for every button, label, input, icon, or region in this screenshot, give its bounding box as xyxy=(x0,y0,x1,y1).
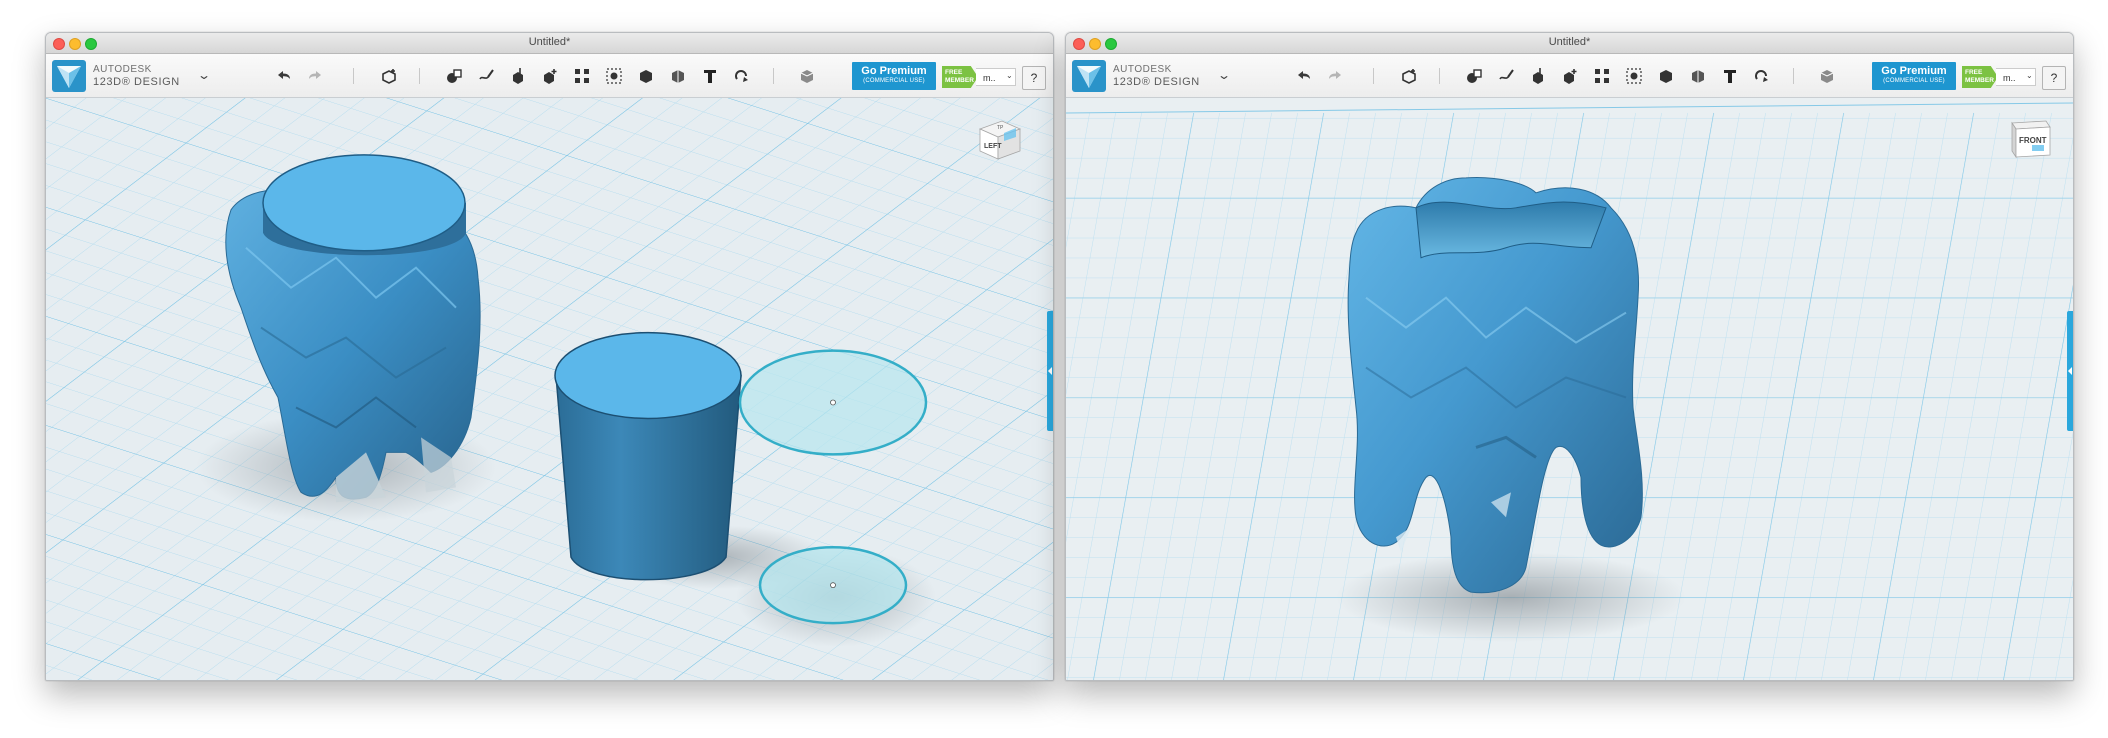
main-toolbar: AUTODESK 123D® DESIGN ⌄ Go Premium (COMM… xyxy=(1066,54,2073,98)
premium-sublabel: (COMMERCIAL USE) xyxy=(1883,78,1945,84)
app-menu-dropdown-icon[interactable]: ⌄ xyxy=(1217,68,1231,82)
modify-icon[interactable] xyxy=(1559,66,1581,86)
member-badge-line1: FREE xyxy=(1965,69,1983,76)
grouping-icon[interactable] xyxy=(603,66,625,86)
toolbar-divider xyxy=(353,68,354,84)
measure-icon[interactable] xyxy=(1687,66,1709,86)
title-bar[interactable]: Untitled* xyxy=(1066,33,2073,54)
app-brand: AUTODESK 123D® DESIGN xyxy=(93,64,180,88)
cylinder-disc[interactable] xyxy=(262,154,466,256)
premium-label: Go Premium xyxy=(861,65,927,77)
primitives-icon[interactable] xyxy=(1463,66,1485,86)
toolbar-divider xyxy=(773,68,774,84)
premium-label: Go Premium xyxy=(1881,65,1947,77)
side-panel-handle[interactable] xyxy=(2067,311,2073,431)
pattern-icon[interactable] xyxy=(1591,66,1613,86)
member-badge-line2: MEMBER xyxy=(1965,77,1994,84)
go-premium-button[interactable]: Go Premium (COMMERCIAL USE) xyxy=(1872,62,1956,90)
side-panel-handle[interactable] xyxy=(1047,311,1053,431)
3d-viewport[interactable]: LEFT TP xyxy=(46,98,1053,680)
brand-product: 123D® DESIGN xyxy=(93,76,180,88)
toolbar-divider xyxy=(1439,68,1440,84)
tooth-model[interactable] xyxy=(1347,177,1643,594)
member-badge: FREE MEMBER xyxy=(1962,66,1998,88)
text-icon[interactable] xyxy=(699,66,721,86)
sketch-icon[interactable] xyxy=(1495,66,1517,86)
3d-viewport[interactable]: FRONT xyxy=(1066,98,2073,680)
combine-icon[interactable] xyxy=(1655,66,1677,86)
window-title: Untitled* xyxy=(1548,36,1591,48)
chevron-left-icon xyxy=(1048,367,1052,375)
undo-icon[interactable] xyxy=(1293,66,1315,86)
title-bar[interactable]: Untitled* xyxy=(46,33,1053,54)
viewcube-top-label: TP xyxy=(997,125,1004,131)
chevron-left-icon xyxy=(2068,367,2072,375)
modify-icon[interactable] xyxy=(539,66,561,86)
transform-icon[interactable] xyxy=(378,66,400,86)
sketch-circle-upper[interactable] xyxy=(738,349,928,456)
chevron-down-icon[interactable]: ⌄ xyxy=(1006,71,1013,80)
cylinder-object[interactable] xyxy=(554,331,742,581)
view-cube[interactable]: LEFT TP xyxy=(976,115,1024,161)
view-cube[interactable]: FRONT xyxy=(2006,115,2054,161)
sketch-circle-lower[interactable] xyxy=(758,545,908,625)
primitives-icon[interactable] xyxy=(443,66,465,86)
toolbar-divider xyxy=(1793,68,1794,84)
app-menu-dropdown-icon[interactable]: ⌄ xyxy=(197,68,211,82)
brand-product: 123D® DESIGN xyxy=(1113,76,1200,88)
help-button[interactable]: ? xyxy=(1022,66,1046,90)
viewcube-face-label: FRONT xyxy=(2019,136,2047,145)
construct-icon[interactable] xyxy=(507,66,529,86)
undo-icon[interactable] xyxy=(273,66,295,86)
scene-canvas[interactable] xyxy=(1066,98,2073,680)
pattern-icon[interactable] xyxy=(571,66,593,86)
app-brand: AUTODESK 123D® DESIGN xyxy=(1113,64,1200,88)
combine-icon[interactable] xyxy=(635,66,657,86)
account-menu[interactable]: FREE MEMBER m.. ⌄ xyxy=(1962,66,2036,88)
window-title: Untitled* xyxy=(528,36,571,48)
scene-canvas[interactable] xyxy=(46,98,1053,680)
chevron-down-icon[interactable]: ⌄ xyxy=(2026,71,2033,80)
member-badge-line2: MEMBER xyxy=(945,77,974,84)
brand-company: AUTODESK xyxy=(1113,64,1172,75)
main-toolbar: AUTODESK 123D® DESIGN ⌄ Go Premium (COMM… xyxy=(46,54,1053,98)
redo-icon[interactable] xyxy=(304,66,326,86)
viewcube-face-label: LEFT xyxy=(984,143,1002,150)
app-logo-icon[interactable] xyxy=(1072,60,1106,92)
account-menu[interactable]: FREE MEMBER m.. ⌄ xyxy=(942,66,1016,88)
text-icon[interactable] xyxy=(1719,66,1741,86)
member-badge-line1: FREE xyxy=(945,69,963,76)
material-icon[interactable] xyxy=(796,66,818,86)
app-window-left: Untitled* AUTODESK 123D® DESIGN ⌄ Go Pre… xyxy=(45,32,1054,681)
sketch-icon[interactable] xyxy=(475,66,497,86)
snap-icon[interactable] xyxy=(731,66,753,86)
material-icon[interactable] xyxy=(1816,66,1838,86)
redo-icon[interactable] xyxy=(1324,66,1346,86)
transform-icon[interactable] xyxy=(1398,66,1420,86)
construct-icon[interactable] xyxy=(1527,66,1549,86)
premium-sublabel: (COMMERCIAL USE) xyxy=(863,78,925,84)
app-window-right: Untitled* AUTODESK 123D® DESIGN ⌄ Go Pre… xyxy=(1065,32,2074,681)
snap-icon[interactable] xyxy=(1751,66,1773,86)
brand-company: AUTODESK xyxy=(93,64,152,75)
go-premium-button[interactable]: Go Premium (COMMERCIAL USE) xyxy=(852,62,936,90)
measure-icon[interactable] xyxy=(667,66,689,86)
member-badge: FREE MEMBER xyxy=(942,66,978,88)
help-button[interactable]: ? xyxy=(2042,66,2066,90)
toolbar-divider xyxy=(419,68,420,84)
app-logo-icon[interactable] xyxy=(52,60,86,92)
grouping-icon[interactable] xyxy=(1623,66,1645,86)
toolbar-divider xyxy=(1373,68,1374,84)
